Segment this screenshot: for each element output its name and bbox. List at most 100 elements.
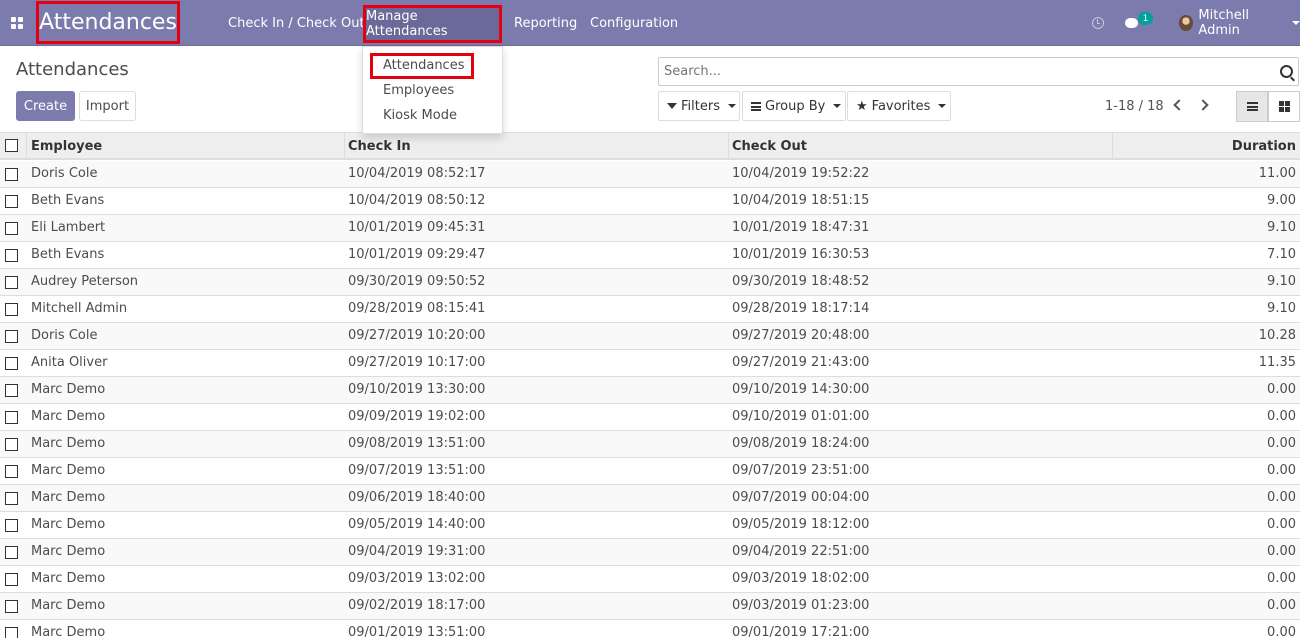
cell-check-out: 09/03/2019 18:02:00 [732,571,870,586]
cell-check-in: 09/04/2019 19:31:00 [348,544,486,559]
filters-button[interactable]: Filters [658,91,740,121]
cell-check-out: 09/08/2019 18:24:00 [732,436,870,451]
cell-duration: 7.10 [1267,247,1296,262]
row-checkbox[interactable] [5,411,18,424]
table-row[interactable]: Beth Evans 10/01/2019 09:29:47 10/01/2019 … [0,242,1300,269]
dropdown-item-kiosk-mode[interactable]: Kiosk Mode [383,108,457,123]
row-checkbox[interactable] [5,357,18,370]
row-checkbox[interactable] [5,195,18,208]
table-row[interactable]: Marc Demo 09/03/2019 13:02:00 09/03/2019 1… [0,566,1300,593]
table-row[interactable]: Marc Demo 09/04/2019 19:31:00 09/04/2019 2… [0,539,1300,566]
kanban-view-button[interactable] [1268,91,1300,122]
cell-check-out: 09/04/2019 22:51:00 [732,544,870,559]
filters-label: Filters [681,98,720,114]
apps-menu-button[interactable] [0,0,34,46]
activity-button[interactable] [1092,0,1104,46]
menu-reporting[interactable]: Reporting [514,0,577,46]
table-row[interactable]: Marc Demo 09/10/2019 13:30:00 09/10/2019 1… [0,377,1300,404]
cell-check-in: 09/30/2019 09:50:52 [348,274,486,289]
cell-duration: 10.28 [1258,328,1296,343]
table-row[interactable]: Marc Demo 09/01/2019 13:51:00 09/01/2019 1… [0,620,1300,638]
import-button[interactable]: Import [79,91,136,121]
menu-configuration[interactable]: Configuration [590,0,678,46]
filter-icon [667,103,677,109]
table-row[interactable]: Mitchell Admin 09/28/2019 08:15:41 09/28/2… [0,296,1300,323]
top-navbar: Attendances Check In / Check Out Manage … [0,0,1300,46]
cell-employee: Marc Demo [31,490,106,505]
row-checkbox[interactable] [5,546,18,559]
kanban-icon [1278,101,1290,112]
cell-employee: Marc Demo [31,571,106,586]
chevron-down-icon [833,104,842,108]
cell-check-out: 10/04/2019 18:51:15 [732,193,870,208]
cell-employee: Marc Demo [31,436,106,451]
cell-employee: Beth Evans [31,193,105,208]
group-by-button[interactable]: Group By [742,91,846,121]
cell-employee: Marc Demo [31,517,106,532]
table-row[interactable]: Doris Cole 10/04/2019 08:52:17 10/04/2019 … [0,161,1300,188]
row-checkbox[interactable] [5,573,18,586]
cell-employee: Anita Oliver [31,355,108,370]
search-input[interactable] [659,58,1259,85]
cell-check-in: 09/27/2019 10:17:00 [348,355,486,370]
row-checkbox[interactable] [5,438,18,451]
table-row[interactable]: Eli Lambert 10/01/2019 09:45:31 10/01/2019… [0,215,1300,242]
dropdown-item-employees[interactable]: Employees [383,83,454,98]
table-row[interactable]: Marc Demo 09/08/2019 13:51:00 09/08/2019 1… [0,431,1300,458]
row-checkbox[interactable] [5,600,18,613]
chat-icon [1125,18,1138,28]
row-checkbox[interactable] [5,519,18,532]
pager-value[interactable]: 1-18 / 18 [1105,99,1164,114]
cell-check-in: 10/04/2019 08:50:12 [348,193,486,208]
row-checkbox[interactable] [5,465,18,478]
row-checkbox[interactable] [5,627,18,638]
table-row[interactable]: Marc Demo 09/09/2019 19:02:00 09/10/2019 0… [0,404,1300,431]
menu-check-in-check-out[interactable]: Check In / Check Out [228,0,365,46]
cell-employee: Beth Evans [31,247,105,262]
table-row[interactable]: Doris Cole 09/27/2019 10:20:00 09/27/2019 … [0,323,1300,350]
cell-duration: 11.35 [1258,355,1296,370]
table-row[interactable]: Anita Oliver 09/27/2019 10:17:00 09/27/201… [0,350,1300,377]
row-checkbox[interactable] [5,303,18,316]
column-check-out[interactable]: Check Out [729,133,1113,159]
dropdown-item-attendances[interactable]: Attendances [383,58,464,73]
search-icon[interactable] [1280,65,1293,78]
cell-check-out: 09/30/2019 18:48:52 [732,274,870,289]
table-row[interactable]: Marc Demo 09/05/2019 14:40:00 09/05/2019 1… [0,512,1300,539]
row-checkbox[interactable] [5,222,18,235]
user-menu[interactable]: Mitchell Admin [1179,0,1300,46]
cell-employee: Eli Lambert [31,220,106,235]
messaging-button[interactable] [1125,0,1138,46]
row-checkbox[interactable] [5,384,18,397]
table-row[interactable]: Marc Demo 09/06/2019 18:40:00 09/07/2019 0… [0,485,1300,512]
column-check-in[interactable]: Check In [345,133,729,159]
app-title[interactable]: Attendances [36,1,180,44]
cell-check-in: 09/06/2019 18:40:00 [348,490,486,505]
cell-check-out: 10/04/2019 19:52:22 [732,166,870,181]
cell-employee: Marc Demo [31,544,106,559]
chevron-right-icon[interactable] [1197,99,1209,111]
row-checkbox[interactable] [5,330,18,343]
select-all-checkbox[interactable] [5,139,18,152]
row-checkbox[interactable] [5,168,18,181]
cell-check-out: 09/07/2019 23:51:00 [732,463,870,478]
list-view-button[interactable] [1236,91,1268,122]
table-row[interactable]: Beth Evans 10/04/2019 08:50:12 10/04/2019 … [0,188,1300,215]
column-employee[interactable]: Employee [27,133,345,159]
cell-duration: 9.10 [1267,274,1296,289]
cell-check-in: 09/01/2019 13:51:00 [348,625,486,638]
row-checkbox[interactable] [5,492,18,505]
menu-manage-attendances[interactable]: Manage Attendances [363,5,502,43]
table-row[interactable]: Marc Demo 09/02/2019 18:17:00 09/03/2019 0… [0,593,1300,620]
row-checkbox[interactable] [5,249,18,262]
favorites-button[interactable]: ★ Favorites [847,91,951,121]
row-checkbox[interactable] [5,276,18,289]
cell-check-out: 09/07/2019 00:04:00 [732,490,870,505]
chevron-left-icon[interactable] [1173,99,1185,111]
column-duration[interactable]: Duration [1113,133,1300,159]
table-row[interactable]: Audrey Peterson 09/30/2019 09:50:52 09/30/… [0,269,1300,296]
create-button[interactable]: Create [16,91,75,121]
select-all-cell [0,133,27,159]
avatar [1179,15,1194,31]
table-row[interactable]: Marc Demo 09/07/2019 13:51:00 09/07/2019 2… [0,458,1300,485]
